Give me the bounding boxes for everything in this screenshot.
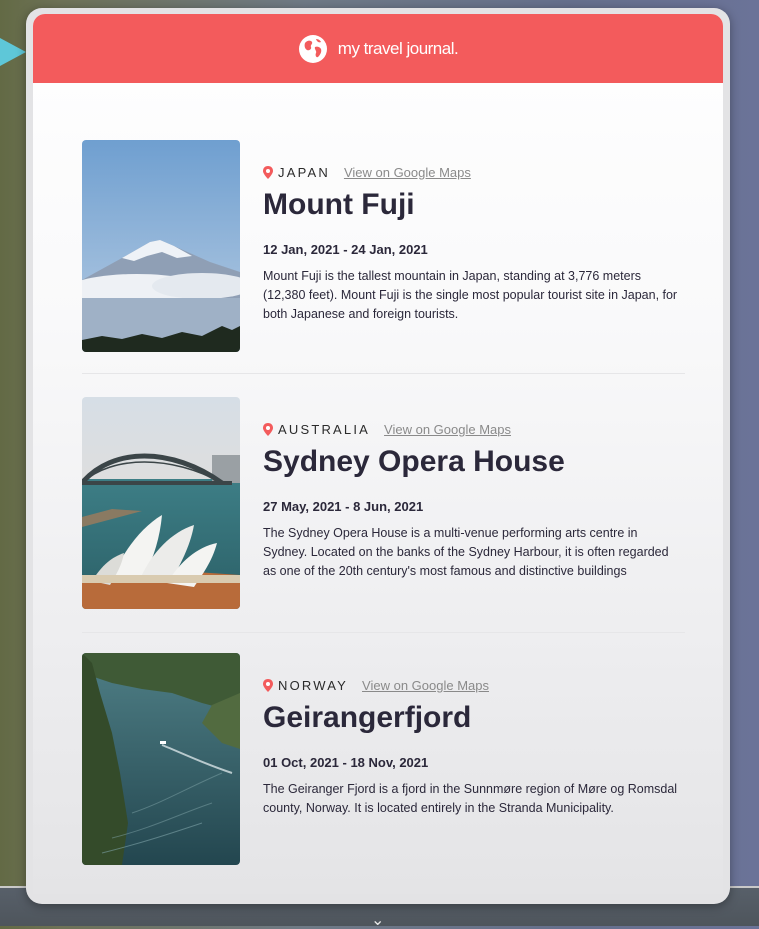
entry-dates: 01 Oct, 2021 - 18 Nov, 2021 bbox=[263, 755, 429, 770]
location-row: JAPAN View on Google Maps bbox=[263, 164, 683, 180]
entry-divider bbox=[82, 632, 685, 633]
entry-title: Mount Fuji bbox=[263, 188, 415, 221]
journal-entry: AUSTRALIA View on Google Maps Sydney Ope… bbox=[82, 397, 682, 609]
location-pin-icon bbox=[263, 165, 273, 179]
journal-entry: NORWAY View on Google Maps Geirangerfjor… bbox=[82, 653, 682, 865]
background-arrow-shape bbox=[0, 38, 26, 66]
app-title: my travel journal. bbox=[337, 38, 459, 58]
country-label: AUSTRALIA bbox=[278, 421, 371, 437]
location-pin-icon bbox=[263, 422, 273, 436]
entry-photo-sydney-opera-house bbox=[82, 397, 240, 609]
entry-info: AUSTRALIA View on Google Maps Sydney Ope… bbox=[263, 421, 683, 581]
app-header: my travel journal. bbox=[33, 14, 723, 83]
location-row: AUSTRALIA View on Google Maps bbox=[263, 421, 683, 437]
journal-card: my travel journal. JAPAN View on Google … bbox=[33, 14, 723, 894]
entry-title: Geirangerfjord bbox=[263, 701, 472, 734]
chevron-down-icon: ⌄ bbox=[371, 912, 385, 929]
entry-description: The Sydney Opera House is a multi-venue … bbox=[263, 526, 669, 578]
country-label: JAPAN bbox=[278, 164, 330, 180]
entry-info: JAPAN View on Google Maps Mount Fuji 12 … bbox=[263, 164, 683, 324]
location-row: NORWAY View on Google Maps bbox=[263, 677, 683, 693]
entry-divider bbox=[82, 373, 685, 374]
entry-description: Mount Fuji is the tallest mountain in Ja… bbox=[263, 269, 678, 321]
journal-entry: JAPAN View on Google Maps Mount Fuji 12 … bbox=[82, 140, 682, 352]
entry-title: Sydney Opera House bbox=[263, 445, 565, 478]
entry-dates: 12 Jan, 2021 - 24 Jan, 2021 bbox=[263, 242, 428, 257]
globe-icon bbox=[298, 34, 327, 63]
entry-photo-mount-fuji bbox=[82, 140, 240, 352]
entry-description: The Geiranger Fjord is a fjord in the Su… bbox=[263, 782, 678, 815]
entry-info: NORWAY View on Google Maps Geirangerfjor… bbox=[263, 677, 683, 818]
country-label: NORWAY bbox=[278, 677, 349, 693]
location-pin-icon bbox=[263, 678, 273, 692]
google-maps-link[interactable]: View on Google Maps bbox=[384, 422, 511, 437]
entry-dates: 27 May, 2021 - 8 Jun, 2021 bbox=[263, 499, 424, 514]
google-maps-link[interactable]: View on Google Maps bbox=[362, 678, 489, 693]
google-maps-link[interactable]: View on Google Maps bbox=[344, 165, 471, 180]
entry-photo-geirangerfjord bbox=[82, 653, 240, 865]
